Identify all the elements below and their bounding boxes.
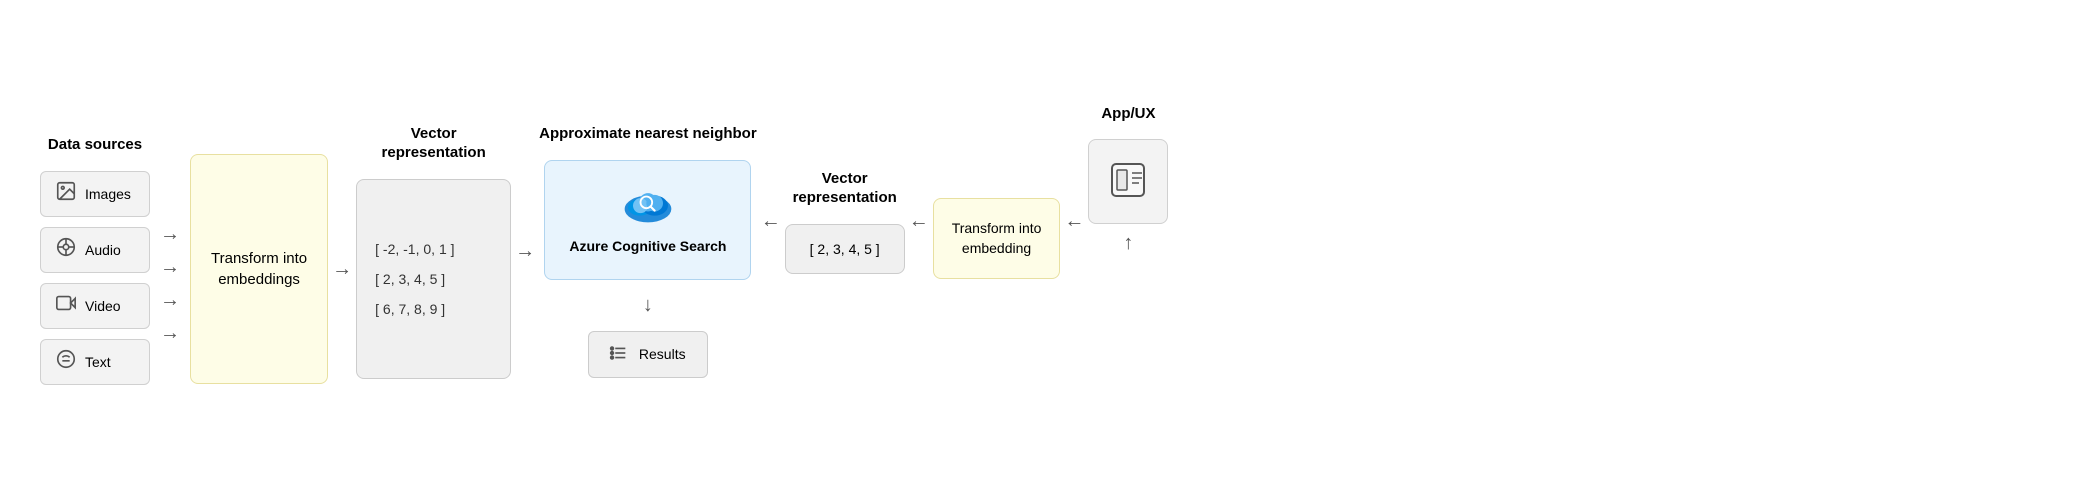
images-label: Images — [85, 186, 131, 202]
datasources-section: Data sources Images — [40, 135, 150, 385]
vector-row-2: [ 2, 3, 4, 5 ] — [375, 271, 492, 287]
image-icon — [55, 180, 77, 208]
appux-section: App/UX ↑ — [1088, 104, 1168, 259]
transform-right-box: Transform into embedding — [933, 198, 1061, 279]
video-icon — [55, 292, 77, 320]
list-item: Images — [40, 171, 150, 217]
video-box: Video — [40, 283, 150, 329]
video-label: Video — [85, 298, 121, 314]
arrow-sources-to-transform-4: → — [160, 322, 180, 345]
ann-section: Approximate nearest neighbor — [539, 124, 757, 378]
appux-box — [1088, 139, 1168, 224]
appux-icon — [1108, 160, 1148, 203]
vector-right-value: [ 2, 3, 4, 5 ] — [810, 241, 880, 257]
audio-label: Audio — [85, 242, 121, 258]
results-label: Results — [639, 346, 686, 362]
audio-icon — [55, 236, 77, 264]
list-item: Video — [40, 283, 150, 329]
results-icon — [607, 342, 629, 367]
diagram: Data sources Images — [0, 97, 2077, 405]
azure-label: Azure Cognitive Search — [569, 237, 726, 255]
transform-left-label: Transform into embeddings — [211, 248, 307, 290]
transform-right-section: _ Transform into embedding — [933, 163, 1061, 280]
transform-right-label: Transform into embedding — [952, 220, 1042, 256]
arrow-sources-to-transform-3: → — [160, 289, 180, 312]
vector-right-box: [ 2, 3, 4, 5 ] — [785, 224, 905, 274]
vector-row-1: [ -2, -1, 0, 1 ] — [375, 241, 492, 257]
azure-box: Azure Cognitive Search — [544, 160, 751, 280]
arrow-transform-to-vector: → — [332, 258, 352, 281]
vector-right-section: Vector representation [ 2, 3, 4, 5 ] — [785, 169, 905, 274]
vector-right-label: Vector representation — [793, 169, 897, 208]
images-box: Images — [40, 171, 150, 217]
results-box: Results — [588, 331, 708, 378]
vector-left-section: Vector representation [ -2, -1, 0, 1 ] [… — [356, 124, 511, 379]
vector-left-box: [ -2, -1, 0, 1 ] [ 2, 3, 4, 5 ] [ 6, 7, … — [356, 179, 511, 379]
arrow-appux-to-transform: ← — [1064, 210, 1084, 233]
transform-left-box: Transform into embeddings — [190, 154, 328, 384]
arrow-transform-right-to-vector: ← — [909, 210, 929, 233]
list-item: Text — [40, 339, 150, 385]
transform-left-section: Transform into embeddings — [190, 154, 328, 384]
ann-label: Approximate nearest neighbor — [539, 124, 757, 144]
sources-list: Images Audio — [40, 171, 150, 385]
vector-row-3: [ 6, 7, 8, 9 ] — [375, 301, 492, 317]
arrow-azure-to-results: ↓ — [643, 294, 653, 317]
text-label: Text — [85, 354, 111, 370]
azure-cloud-icon — [623, 184, 673, 227]
arrow-vector-to-ann: → — [515, 240, 535, 263]
text-box: Text — [40, 339, 150, 385]
list-item: Audio — [40, 227, 150, 273]
arrow-up-appux: ↑ — [1123, 228, 1133, 258]
text-icon — [55, 348, 77, 376]
arrow-vector-right-to-ann: ← — [761, 210, 781, 233]
arrow-sources-to-transform-2: → — [160, 256, 180, 279]
audio-box: Audio — [40, 227, 150, 273]
azure-results-group: Azure Cognitive Search ↓ Re — [544, 160, 751, 378]
datasources-label: Data sources — [48, 135, 142, 155]
appux-label: App/UX — [1101, 104, 1155, 124]
arrow-sources-to-transform-1: → — [160, 223, 180, 246]
vector-left-label: Vector representation — [382, 124, 486, 163]
